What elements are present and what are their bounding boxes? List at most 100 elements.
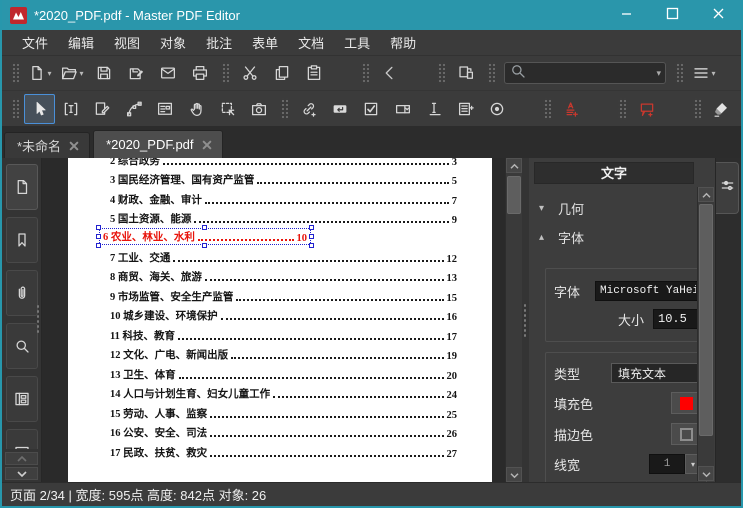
doc-scroll-down-button[interactable]: [506, 467, 522, 482]
line-width-input[interactable]: [649, 454, 685, 474]
document-page[interactable]: 2 综合政务 3 3 国民经济管理、国有资产监管 5 4 财政、金融、审计 7 5 国土资源…: [68, 158, 492, 482]
email-button[interactable]: [152, 58, 184, 88]
section-geometry[interactable]: ▾ 几何: [537, 194, 713, 223]
type-select[interactable]: 填充文本: [611, 363, 701, 383]
toolbar-drag-handle[interactable]: [618, 97, 626, 120]
maximize-button[interactable]: [649, 0, 695, 30]
toolbar-drag-handle[interactable]: [280, 97, 288, 120]
edit-forms-tool-button[interactable]: [149, 94, 180, 124]
toolbar-drag-handle[interactable]: [11, 62, 19, 84]
edit-path-tool-button[interactable]: [118, 94, 149, 124]
toolbar-drag-handle[interactable]: [361, 62, 369, 84]
sidebar-scroll-down-button[interactable]: [5, 467, 38, 480]
save-as-button[interactable]: [120, 58, 152, 88]
toolbar-drag-handle[interactable]: [543, 97, 552, 120]
toolbar-drag-handle[interactable]: [692, 97, 701, 120]
toc-line[interactable]: 9 市场监管、安全生产监管 15: [110, 284, 457, 304]
selection-handle[interactable]: [309, 243, 314, 248]
callout-tool-button[interactable]: [631, 94, 662, 124]
panel-scrollbar-thumb[interactable]: [699, 204, 713, 436]
search-panel-button[interactable]: [5, 323, 38, 369]
toc-line[interactable]: 10 城乡建设、环境保护 16: [110, 304, 457, 323]
toolbar-drag-handle[interactable]: [675, 62, 683, 84]
select-area-tool-button[interactable]: [212, 94, 243, 124]
attachments-button[interactable]: [5, 270, 38, 316]
toolbar-drag-handle[interactable]: [221, 62, 229, 84]
font-family-input[interactable]: [595, 281, 701, 301]
print-button[interactable]: [184, 58, 216, 88]
sidebar-scroll-up-button[interactable]: [5, 452, 38, 465]
save-button[interactable]: [88, 58, 120, 88]
page-thumbnails-button[interactable]: [5, 164, 38, 210]
selection-handle[interactable]: [309, 233, 314, 239]
panel-splitter[interactable]: [522, 158, 529, 482]
toolbar-drag-handle[interactable]: [437, 62, 445, 84]
hand-tool-button[interactable]: [181, 94, 212, 124]
document-scrollbar[interactable]: [505, 158, 522, 482]
menu-document[interactable]: 文档: [288, 29, 334, 56]
selection-handle[interactable]: [96, 225, 101, 230]
close-tab-icon[interactable]: [69, 141, 79, 151]
main-menu-button[interactable]: ▾: [688, 58, 720, 88]
search-input[interactable]: [527, 66, 657, 80]
toc-line[interactable]: 14 人口与计划生育、妇女儿童工作 24: [110, 382, 457, 401]
open-folder-button[interactable]: ▾: [56, 58, 88, 88]
toc-line[interactable]: 8 商贸、海关、旅游 13: [110, 265, 457, 284]
toc-line[interactable]: 16 公安、安全、司法 26: [110, 421, 457, 440]
panel-scrollbar[interactable]: [697, 187, 714, 481]
close-button[interactable]: [695, 0, 741, 30]
close-tab-icon[interactable]: [202, 140, 212, 150]
menu-comment[interactable]: 批注: [196, 29, 242, 56]
snapshot-tool-button[interactable]: [244, 94, 275, 124]
properties-panel-tab[interactable]: [716, 162, 739, 214]
back-button[interactable]: [374, 58, 406, 88]
tab-2020-pdf[interactable]: *2020_PDF.pdf: [93, 130, 223, 158]
selection-handle[interactable]: [96, 243, 101, 248]
toc-line[interactable]: 13 卫生、体育 20: [110, 362, 457, 382]
toc-line[interactable]: 3 国民经济管理、国有资产监管 5: [110, 168, 457, 187]
bookmarks-button[interactable]: [5, 217, 38, 263]
combobox-tool-button[interactable]: [387, 94, 418, 124]
radio-button-tool-button[interactable]: [481, 94, 512, 124]
menu-tools[interactable]: 工具: [334, 29, 380, 56]
link-tool-button[interactable]: [293, 94, 324, 124]
selection-handle[interactable]: [309, 225, 314, 230]
toc-line[interactable]: 2 综合政务 3: [110, 158, 457, 168]
measure-tool-button[interactable]: [419, 94, 450, 124]
selection-handle[interactable]: [202, 243, 207, 248]
search-dropdown-icon[interactable]: ▾: [656, 68, 661, 79]
paste-button[interactable]: [298, 58, 330, 88]
eraser-tool-button[interactable]: [706, 94, 737, 124]
toc-line[interactable]: 12 文化、广电、新闻出版 19: [110, 343, 457, 362]
toc-line[interactable]: 7 工业、交通 12: [110, 245, 457, 265]
toc-line[interactable]: 15 劳动、人事、监察 25: [110, 401, 457, 421]
tab-untitled[interactable]: *未命名: [4, 132, 91, 158]
panel-scrollbar-track[interactable]: [698, 202, 714, 466]
toc-line[interactable]: 4 财政、金融、审计 7: [110, 187, 457, 207]
toolbar-drag-handle[interactable]: [11, 97, 19, 120]
panel-scroll-up-button[interactable]: [698, 187, 714, 202]
section-font[interactable]: ▴ 字体: [537, 223, 713, 252]
cut-button[interactable]: [234, 58, 266, 88]
copy-button[interactable]: [266, 58, 298, 88]
font-size-input[interactable]: [653, 309, 701, 329]
checkbox-tool-button[interactable]: [356, 94, 387, 124]
selection-handle[interactable]: [96, 233, 101, 239]
doc-scroll-up-button[interactable]: [506, 158, 522, 173]
menu-forms[interactable]: 表单: [242, 29, 288, 56]
new-document-button[interactable]: ▾: [24, 58, 56, 88]
switch-view-button[interactable]: [450, 58, 482, 88]
menu-edit[interactable]: 编辑: [58, 29, 104, 56]
minimize-button[interactable]: [603, 0, 649, 30]
form-fields-panel-button[interactable]: [5, 376, 38, 422]
menu-help[interactable]: 帮助: [380, 29, 426, 56]
listbox-tool-button[interactable]: [450, 94, 481, 124]
selection-handle[interactable]: [202, 225, 207, 230]
menu-view[interactable]: 视图: [104, 29, 150, 56]
sidebar-resize-grip[interactable]: [36, 304, 41, 334]
menu-file[interactable]: 文件: [12, 29, 58, 56]
edit-text-tool-button[interactable]: [55, 94, 86, 124]
text-field-tool-button[interactable]: [324, 94, 355, 124]
toc-line[interactable]: 6 农业、林业、水利 10: [96, 225, 314, 248]
doc-scrollbar-thumb[interactable]: [507, 176, 521, 214]
